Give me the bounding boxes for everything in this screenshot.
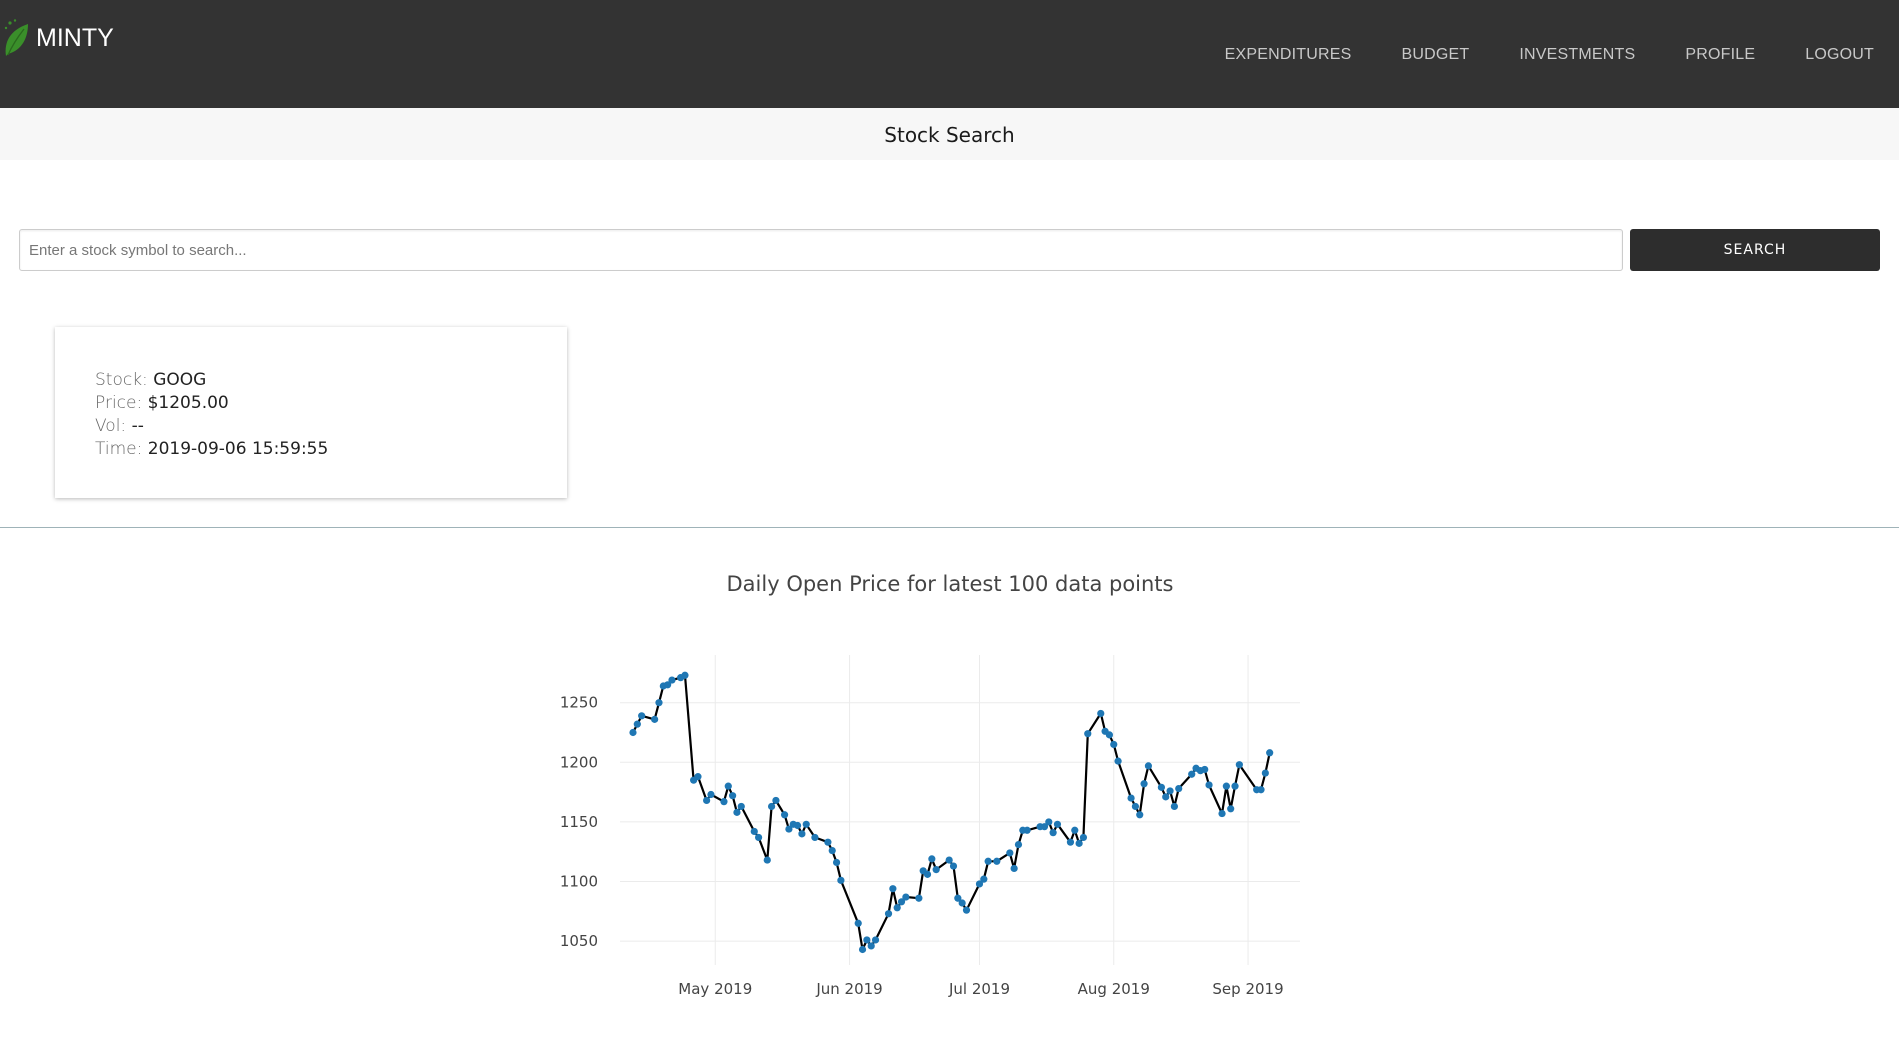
data-point bbox=[828, 846, 836, 855]
data-point bbox=[802, 820, 810, 828]
data-point bbox=[763, 856, 771, 864]
data-point bbox=[1222, 782, 1230, 790]
data-point bbox=[733, 808, 741, 816]
data-point bbox=[1053, 820, 1062, 828]
data-point bbox=[668, 676, 676, 684]
data-point bbox=[858, 945, 867, 954]
data-point bbox=[1175, 784, 1183, 793]
data-point bbox=[754, 833, 763, 842]
data-point bbox=[1140, 780, 1148, 788]
y-tick-label: 1050 bbox=[560, 932, 598, 950]
data-point bbox=[884, 910, 893, 918]
data-point bbox=[1097, 709, 1105, 718]
data-point bbox=[1049, 829, 1057, 837]
data-point bbox=[837, 876, 845, 884]
data-point bbox=[962, 906, 971, 914]
data-point bbox=[1257, 786, 1265, 794]
data-point bbox=[1144, 762, 1153, 770]
data-point bbox=[1010, 864, 1018, 873]
data-point bbox=[984, 857, 992, 865]
data-point bbox=[1201, 765, 1209, 774]
data-point bbox=[720, 798, 728, 806]
data-point bbox=[902, 893, 910, 901]
data-point bbox=[1114, 757, 1122, 765]
data-point bbox=[750, 827, 758, 836]
price-line bbox=[632, 674, 1271, 951]
data-point bbox=[737, 802, 745, 811]
data-point bbox=[793, 821, 802, 830]
data-point bbox=[1066, 838, 1075, 846]
data-point bbox=[863, 936, 871, 944]
data-point bbox=[1131, 802, 1140, 811]
data-point bbox=[1075, 839, 1083, 847]
data-point bbox=[1110, 740, 1118, 749]
data-point bbox=[729, 792, 737, 800]
price-chart: Daily Open Price for latest 100 data poi… bbox=[560, 572, 1300, 998]
data-point bbox=[1170, 802, 1178, 811]
data-point bbox=[1235, 761, 1243, 769]
data-point bbox=[780, 811, 789, 819]
x-tick-label: Sep 2019 bbox=[1212, 980, 1283, 998]
data-point bbox=[1006, 849, 1014, 857]
chart-title: Daily Open Price for latest 100 data poi… bbox=[727, 572, 1174, 596]
data-point bbox=[1084, 730, 1092, 738]
data-point bbox=[854, 919, 862, 927]
x-tick-label: Jun 2019 bbox=[815, 980, 882, 998]
x-tick-label: Jul 2019 bbox=[948, 980, 1010, 998]
data-point bbox=[893, 904, 901, 912]
data-point bbox=[1071, 826, 1079, 834]
data-point bbox=[703, 796, 711, 805]
data-point bbox=[655, 699, 663, 707]
data-point bbox=[1079, 833, 1088, 842]
data-point bbox=[1157, 783, 1166, 791]
data-point bbox=[1227, 805, 1235, 813]
data-point bbox=[1231, 782, 1239, 790]
data-point bbox=[832, 858, 841, 867]
data-point bbox=[1218, 809, 1226, 818]
data-point bbox=[1023, 826, 1031, 834]
data-point bbox=[707, 790, 715, 799]
data-point bbox=[1014, 840, 1023, 849]
data-point bbox=[932, 866, 940, 874]
data-point bbox=[772, 796, 780, 805]
data-point bbox=[889, 885, 897, 893]
data-point bbox=[928, 855, 936, 863]
data-point bbox=[811, 833, 819, 842]
data-point bbox=[798, 830, 806, 838]
y-tick-label: 1150 bbox=[560, 813, 598, 831]
data-point bbox=[1162, 793, 1170, 801]
data-point bbox=[1205, 781, 1213, 789]
data-point bbox=[958, 899, 966, 907]
data-point bbox=[945, 856, 953, 864]
y-tick-label: 1250 bbox=[560, 694, 598, 712]
data-point bbox=[724, 782, 732, 790]
data-point bbox=[1266, 749, 1274, 757]
data-point bbox=[1045, 818, 1053, 826]
data-point bbox=[1105, 731, 1114, 739]
data-point bbox=[1188, 770, 1196, 778]
x-tick-label: Aug 2019 bbox=[1078, 980, 1150, 998]
data-point bbox=[993, 857, 1001, 865]
data-point bbox=[633, 720, 641, 728]
data-point bbox=[767, 802, 776, 811]
y-tick-label: 1200 bbox=[560, 753, 598, 771]
data-point bbox=[949, 862, 958, 870]
data-point bbox=[638, 712, 646, 720]
data-point bbox=[629, 728, 637, 737]
data-point bbox=[651, 715, 659, 723]
x-tick-label: May 2019 bbox=[678, 980, 752, 998]
data-point bbox=[824, 838, 832, 846]
data-point bbox=[923, 870, 932, 878]
data-point bbox=[871, 936, 880, 944]
data-point bbox=[1136, 811, 1144, 819]
data-point bbox=[1166, 787, 1174, 795]
data-point bbox=[915, 894, 923, 902]
data-point bbox=[694, 773, 702, 781]
data-point bbox=[867, 942, 875, 950]
data-point bbox=[1261, 769, 1269, 777]
data-point bbox=[980, 875, 988, 883]
data-point bbox=[681, 671, 689, 679]
y-tick-label: 1100 bbox=[560, 873, 598, 891]
data-point bbox=[1127, 794, 1135, 802]
